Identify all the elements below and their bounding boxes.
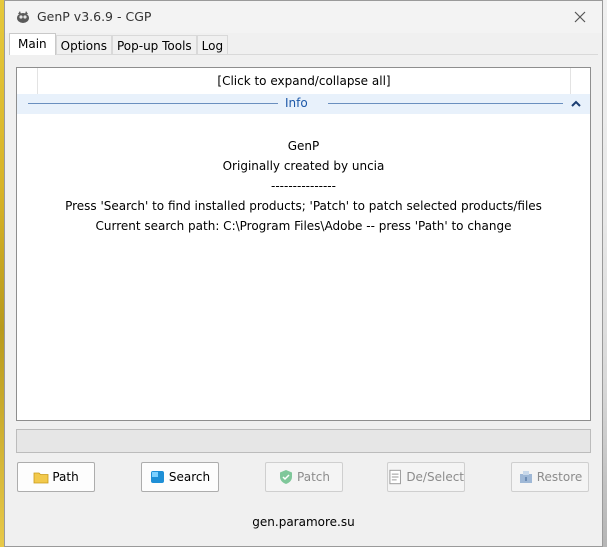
deselect-button[interactable]: De/Select — [387, 462, 465, 492]
folder-icon — [33, 472, 49, 484]
expand-collapse-all[interactable]: [Click to expand/collapse all] — [37, 68, 571, 94]
tab-popup-tools[interactable]: Pop-up Tools — [111, 35, 197, 55]
info-section-label: Info — [285, 96, 308, 110]
info-instructions: Press 'Search' to find installed product… — [65, 199, 542, 213]
checklist-icon — [389, 469, 401, 485]
section-rule-left — [28, 103, 278, 104]
tab-divider — [9, 54, 598, 55]
close-icon — [574, 11, 586, 23]
tab-log[interactable]: Log — [196, 35, 229, 55]
search-button[interactable]: Search — [141, 462, 219, 492]
restore-button-label: Restore — [536, 470, 583, 484]
patch-button-label: Patch — [297, 470, 330, 484]
info-search-path: Current search path: C:\Program Files\Ad… — [95, 219, 512, 233]
genp-window: GenP v3.6.9 - CGP Main Options Pop-up To… — [4, 0, 603, 547]
info-separator: --------------- — [271, 179, 336, 193]
restore-icon — [519, 471, 532, 483]
window-title: GenP v3.6.9 - CGP — [37, 9, 152, 24]
path-button-label: Path — [52, 470, 79, 484]
shield-icon — [280, 470, 293, 484]
tab-bar: Main Options Pop-up Tools Log — [9, 33, 229, 55]
info-section-header[interactable]: Info — [17, 94, 590, 114]
info-credits: Originally created by uncia — [222, 159, 385, 173]
tab-options[interactable]: Options — [55, 35, 112, 55]
products-tree[interactable]: [Click to expand/collapse all] Info GenP… — [16, 67, 591, 421]
section-rule-right — [328, 103, 563, 104]
footer-url: gen.paramore.su — [252, 515, 355, 529]
info-text: GenP Originally created by uncia -------… — [17, 136, 590, 236]
app-icon — [17, 11, 29, 23]
search-button-label: Search — [168, 470, 211, 484]
tab-main[interactable]: Main — [9, 33, 56, 55]
chevron-up-icon[interactable] — [569, 98, 583, 110]
search-icon — [150, 471, 164, 483]
path-button[interactable]: Path — [17, 462, 95, 492]
progress-bar — [16, 429, 591, 453]
restore-button[interactable]: Restore — [511, 462, 589, 492]
deselect-button-label: De/Select — [406, 470, 464, 484]
patch-button[interactable]: Patch — [265, 462, 343, 492]
close-button[interactable] — [558, 1, 602, 33]
title-bar: GenP v3.6.9 - CGP — [5, 1, 602, 33]
info-app-name: GenP — [287, 139, 320, 153]
